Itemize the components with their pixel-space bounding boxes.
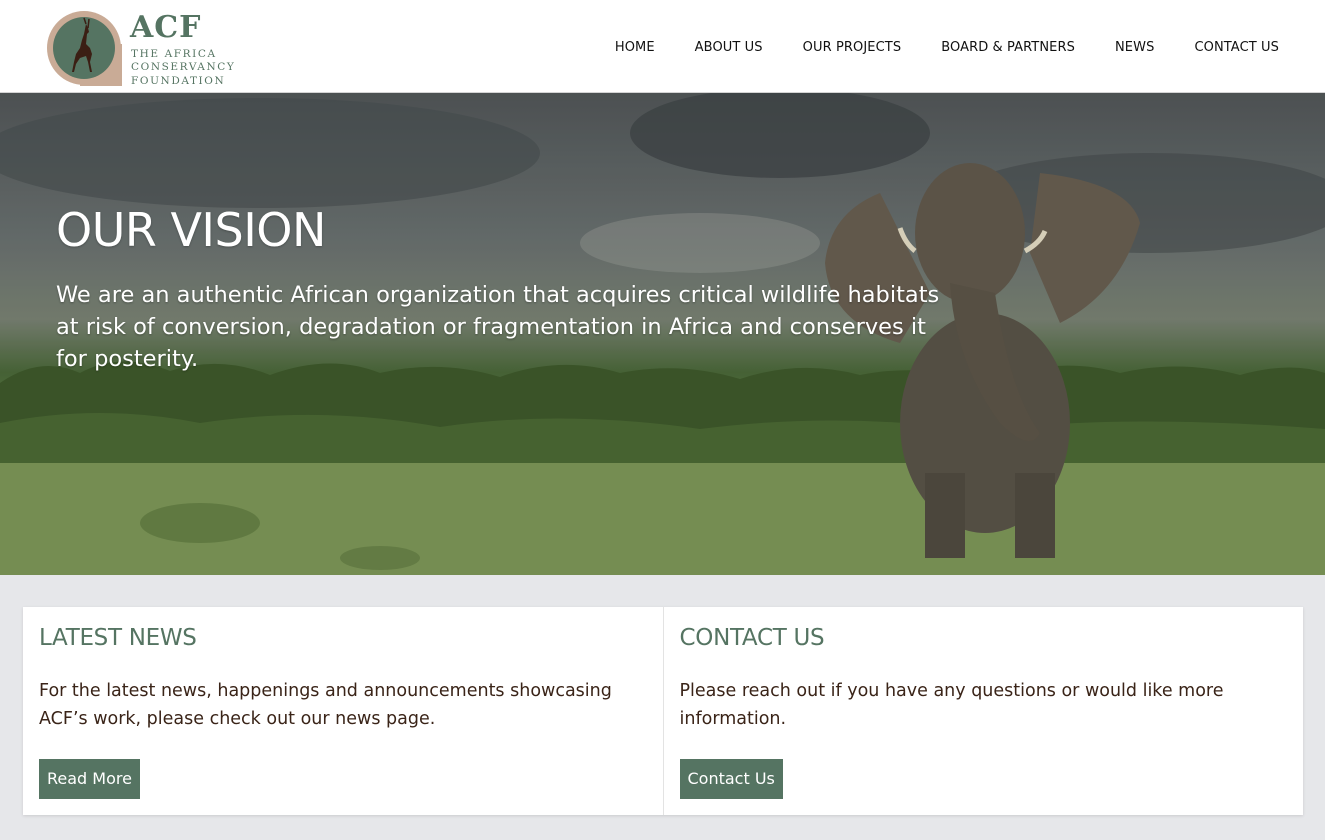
- hero-vision-text: We are an authentic African organization…: [56, 282, 940, 372]
- contact-us-text: Please reach out if you have any questio…: [679, 681, 1224, 729]
- hero-banner: OUR VISION We are an authentic African o…: [0, 93, 1325, 575]
- info-cards: LATEST NEWS For the latest news, happeni…: [23, 607, 1303, 815]
- site-header: ACF THE AFRICA CONSERVANCY FOUNDATION HO…: [0, 0, 1325, 93]
- nav-news[interactable]: NEWS: [1115, 40, 1154, 55]
- nav-our-projects[interactable]: OUR PROJECTS: [803, 40, 902, 55]
- antelope-icon: [47, 11, 122, 86]
- nav-about-us[interactable]: ABOUT US: [695, 40, 763, 55]
- hero-title: OUR VISION: [56, 203, 326, 257]
- logo-acronym: ACF: [130, 10, 202, 45]
- latest-news-title: LATEST NEWS: [39, 625, 197, 651]
- nav-board-partners[interactable]: BOARD & PARTNERS: [941, 40, 1075, 55]
- contact-us-title: CONTACT US: [679, 625, 825, 651]
- logo-line-2: CONSERVANCY: [131, 61, 236, 73]
- contact-us-card: CONTACT US Please reach out if you have …: [662, 607, 1304, 815]
- logo-line-1: THE AFRICA: [131, 48, 217, 60]
- nav-contact-us[interactable]: CONTACT US: [1194, 40, 1279, 55]
- nav-home[interactable]: HOME: [615, 40, 655, 55]
- contact-us-button[interactable]: Contact Us: [679, 759, 783, 799]
- main-nav: HOME ABOUT US OUR PROJECTS BOARD & PARTN…: [615, 40, 1279, 55]
- logo-line-3: FOUNDATION: [131, 75, 226, 87]
- latest-news-text: For the latest news, happenings and anno…: [39, 681, 612, 729]
- latest-news-card: LATEST NEWS For the latest news, happeni…: [23, 607, 663, 815]
- site-logo[interactable]: ACF THE AFRICA CONSERVANCY FOUNDATION: [46, 10, 246, 90]
- read-more-button[interactable]: Read More: [39, 759, 140, 799]
